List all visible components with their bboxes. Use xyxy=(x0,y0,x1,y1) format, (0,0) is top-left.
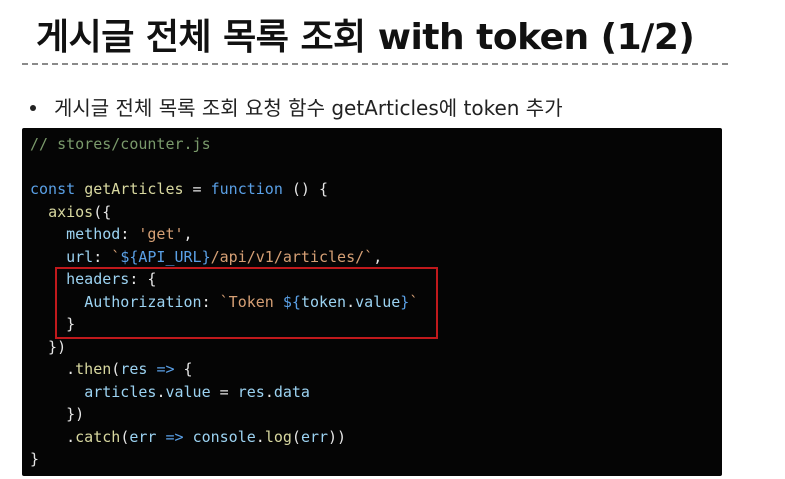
code-token: }) xyxy=(30,337,67,356)
code-token: /api/v1/articles/` xyxy=(210,247,374,266)
bullet-dot-icon xyxy=(30,104,36,111)
code-line: url: `${API_URL}/api/v1/articles/`, xyxy=(30,246,418,269)
code-token: ` xyxy=(111,247,121,266)
bullet-item: 게시글 전체 목록 조회 요청 함수 getArticles에 token 추가 xyxy=(30,92,563,121)
code-highlight-box xyxy=(55,267,438,339)
code-token: : xyxy=(120,225,139,243)
code-token: url xyxy=(66,247,94,266)
code-token: const xyxy=(30,180,76,198)
code-token: . xyxy=(255,427,265,446)
code-token: . xyxy=(30,360,76,378)
title-divider xyxy=(22,63,728,65)
code-token: console xyxy=(192,427,256,446)
code-token: () { xyxy=(282,180,329,198)
code-token: log xyxy=(264,427,292,446)
code-token: ${API_URL} xyxy=(120,247,211,266)
code-token: ({ xyxy=(93,202,112,221)
code-token: = xyxy=(183,180,211,198)
code-token: function xyxy=(210,180,283,198)
code-token: ( xyxy=(120,427,130,446)
code-line: const getArticles = function () { xyxy=(30,178,418,201)
code-token: // stores/counter.js xyxy=(30,135,211,153)
code-token: res xyxy=(237,382,265,401)
code-token: : xyxy=(93,247,112,266)
code-token: value xyxy=(165,382,211,401)
code-token: = xyxy=(210,382,238,401)
code-line: // stores/counter.js xyxy=(30,133,418,156)
slide-title: 게시글 전체 목록 조회 with token (1/2) xyxy=(36,17,695,58)
code-line: method: 'get', xyxy=(30,223,418,246)
code-token: err xyxy=(300,427,329,446)
code-token: )) xyxy=(328,427,347,446)
code-token: getArticles xyxy=(84,180,184,198)
code-line: .catch(err => console.log(err)) xyxy=(30,426,418,449)
code-token: 'get' xyxy=(138,225,184,243)
code-token: then xyxy=(75,360,112,378)
code-token: , xyxy=(183,225,193,243)
code-token: method xyxy=(66,225,121,243)
code-token: ( xyxy=(111,360,121,378)
code-token: { xyxy=(174,360,193,378)
code-token: data xyxy=(273,382,310,401)
code-token: axios xyxy=(48,202,94,221)
code-token: } xyxy=(30,450,40,468)
code-token: . xyxy=(264,382,274,401)
code-token: err xyxy=(129,427,157,446)
code-token: catch xyxy=(75,427,121,446)
code-token: }) xyxy=(30,405,85,423)
code-line: articles.value = res.data xyxy=(30,381,418,404)
code-token: ( xyxy=(291,427,301,446)
code-token: , xyxy=(373,247,383,266)
code-token: articles xyxy=(84,382,157,401)
code-line: .then(res => { xyxy=(30,358,418,381)
code-token: . xyxy=(30,427,76,446)
code-line: axios({ xyxy=(30,201,418,224)
code-token: => xyxy=(156,360,175,378)
code-line: }) xyxy=(30,403,418,426)
bullet-text: 게시글 전체 목록 조회 요청 함수 getArticles에 token 추가 xyxy=(54,96,563,120)
code-token: => xyxy=(165,427,184,446)
code-token: res xyxy=(120,360,148,378)
code-line: } xyxy=(30,448,418,471)
